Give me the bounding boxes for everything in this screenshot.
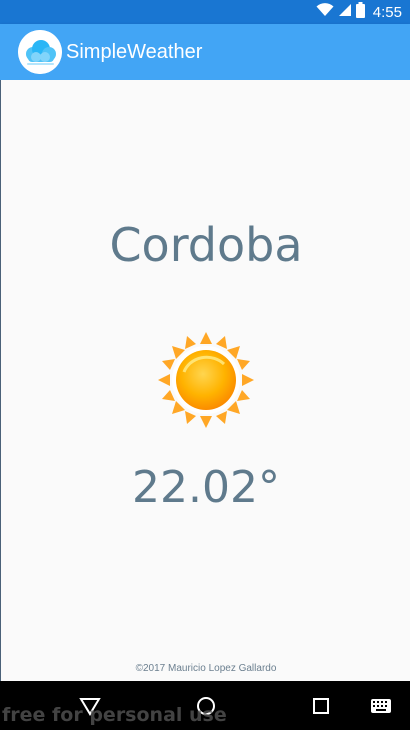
recents-icon[interactable] <box>308 693 334 719</box>
keyboard-icon[interactable] <box>368 693 394 719</box>
temperature: 22.02° <box>132 462 280 513</box>
app-title: SimpleWeather <box>66 41 203 63</box>
navigation-bar <box>0 681 410 730</box>
wifi-icon <box>316 2 334 22</box>
back-icon[interactable] <box>77 693 103 719</box>
city-name: Cordoba <box>109 218 303 272</box>
status-time: 4:55 <box>372 3 402 21</box>
sun-icon <box>156 330 256 430</box>
signal-icon <box>338 3 352 22</box>
status-bar: 4:55 <box>0 0 410 24</box>
status-icons: 4:55 <box>316 1 402 23</box>
app-bar: SimpleWeather <box>0 24 410 80</box>
home-icon[interactable] <box>193 693 219 719</box>
footer-credit: ©2017 Mauricio Lopez Gallardo <box>135 663 277 674</box>
weather-content: Cordoba 22.02° ©2017 Mauricio Lopez Gall… <box>0 80 410 681</box>
battery-icon <box>355 1 365 23</box>
cloud-logo-icon <box>18 30 62 74</box>
